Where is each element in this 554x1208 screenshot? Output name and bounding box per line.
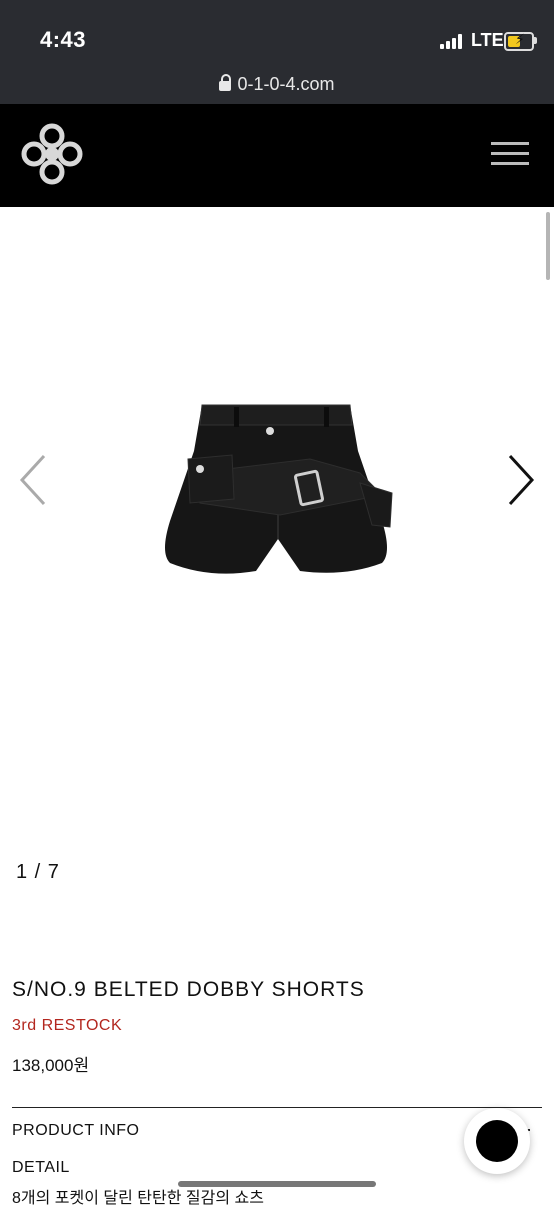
clock: 4:43 <box>40 27 87 52</box>
chat-button[interactable] <box>464 1108 530 1174</box>
brand-logo-icon[interactable] <box>20 120 84 188</box>
product-image <box>165 404 393 574</box>
section-divider <box>12 1107 542 1108</box>
battery-tip <box>534 37 537 44</box>
product-name: S/NO.9 BELTED DOBBY SHORTS <box>12 978 365 1001</box>
cellular-signal-icon <box>440 33 462 49</box>
product-gallery <box>0 207 554 847</box>
product-price: 138,000원 <box>12 1056 90 1075</box>
status-bar: 4:43 LTE ⚡ 0-1-0-4.com <box>0 0 554 104</box>
network-type: LTE <box>471 30 504 50</box>
detail-heading: DETAIL <box>12 1159 70 1176</box>
battery-icon: ⚡ <box>504 31 534 51</box>
product-description: 8개의 포켓이 달린 탄탄한 질감의 쇼츠 <box>12 1190 264 1207</box>
chevron-right-icon[interactable] <box>502 450 542 510</box>
hamburger-menu-icon[interactable] <box>491 142 529 166</box>
address-bar[interactable]: 0-1-0-4.com <box>0 74 554 95</box>
chat-icon <box>476 1120 518 1162</box>
restock-badge: 3rd RESTOCK <box>12 1017 123 1034</box>
lock-icon <box>219 74 232 91</box>
site-header <box>0 104 554 207</box>
chevron-left-icon[interactable] <box>14 450 54 510</box>
gallery-counter: 1 / 7 <box>16 861 60 883</box>
url-text: 0-1-0-4.com <box>237 74 335 94</box>
product-info-heading[interactable]: PRODUCT INFO <box>12 1122 139 1140</box>
home-indicator[interactable] <box>178 1181 376 1187</box>
